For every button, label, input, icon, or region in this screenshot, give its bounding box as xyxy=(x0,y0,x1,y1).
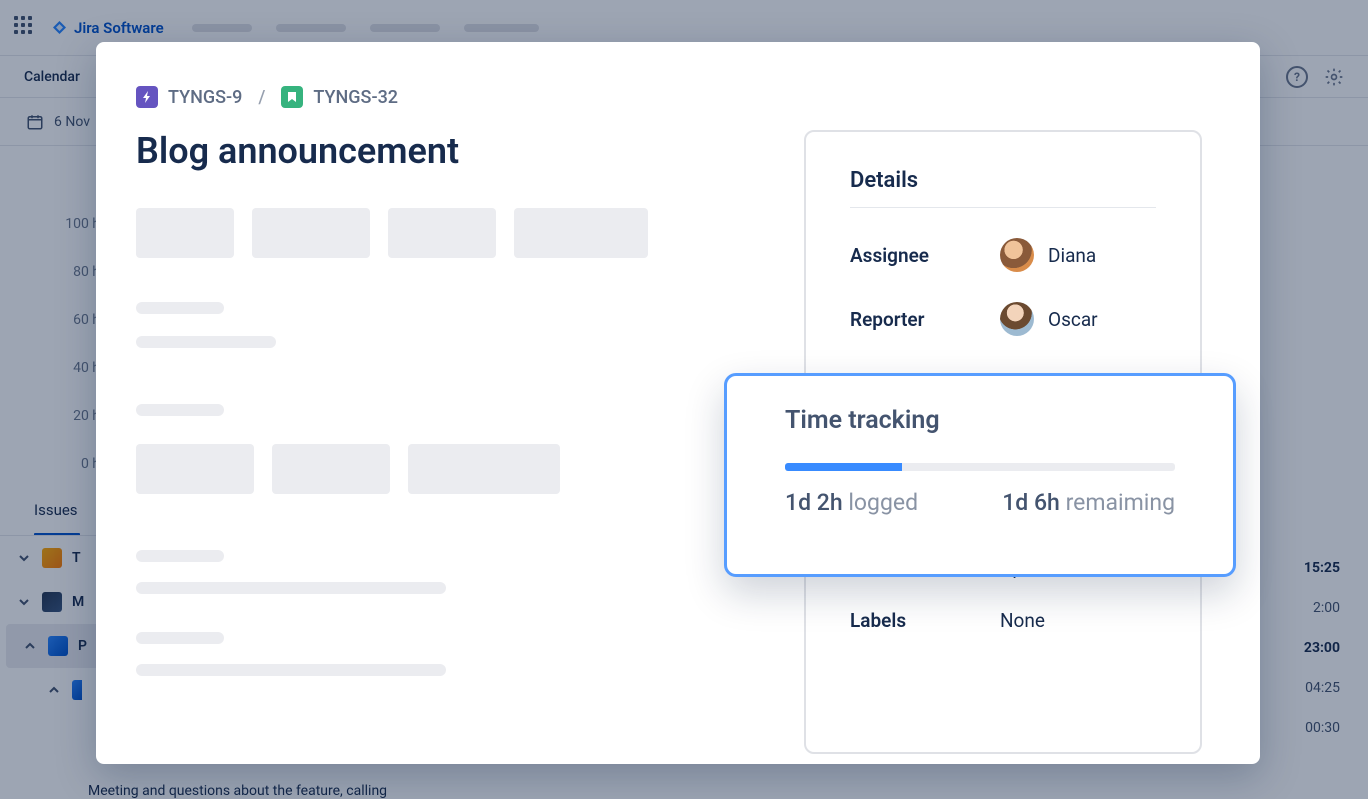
assignee-avatar xyxy=(1000,238,1034,272)
ghost-button[interactable] xyxy=(252,208,370,258)
reporter-row[interactable]: Reporter Oscar xyxy=(850,302,1156,336)
ghost-button[interactable] xyxy=(136,208,234,258)
breadcrumb: TYNGS-9 / TYNGS-32 xyxy=(136,86,1222,108)
time-tracking-legend: 1d 2h logged 1d 6h remaiming xyxy=(785,489,1175,516)
ghost-tile[interactable] xyxy=(408,444,560,494)
ghost-line xyxy=(136,632,224,644)
epic-icon xyxy=(136,86,158,108)
ghost-tile[interactable] xyxy=(272,444,390,494)
time-tracking-fill xyxy=(785,463,902,471)
time-tracking-title: Time tracking xyxy=(785,406,1175,435)
logged-word: logged xyxy=(848,489,918,516)
reporter-avatar xyxy=(1000,302,1034,336)
breadcrumb-separator: / xyxy=(258,87,265,108)
breadcrumb-parent-key: TYNGS-9 xyxy=(168,87,242,108)
story-icon xyxy=(281,86,303,108)
ghost-line xyxy=(136,582,446,594)
ghost-button[interactable] xyxy=(514,208,648,258)
breadcrumb-parent[interactable]: TYNGS-9 xyxy=(136,86,242,108)
assignee-label: Assignee xyxy=(850,244,1000,267)
assignee-value: Diana xyxy=(1048,244,1096,267)
assignee-row[interactable]: Assignee Diana xyxy=(850,238,1156,272)
logged-value: 1d 2h xyxy=(785,489,843,516)
labels-value: None xyxy=(1000,609,1045,632)
ghost-line xyxy=(136,302,224,314)
breadcrumb-child-key: TYNGS-32 xyxy=(313,87,398,108)
ghost-button[interactable] xyxy=(388,208,496,258)
remaining-word: remaiming xyxy=(1066,489,1175,516)
ghost-line xyxy=(136,336,276,348)
reporter-label: Reporter xyxy=(850,308,1000,331)
ghost-line xyxy=(136,664,446,676)
reporter-value: Oscar xyxy=(1048,308,1098,331)
ghost-line xyxy=(136,550,224,562)
time-tracking-card[interactable]: Time tracking 1d 2h logged 1d 6h remaimi… xyxy=(724,373,1236,577)
breadcrumb-child[interactable]: TYNGS-32 xyxy=(281,86,398,108)
ghost-line xyxy=(136,404,224,416)
remaining-value: 1d 6h xyxy=(1002,489,1060,516)
details-heading: Details xyxy=(850,168,1156,208)
issue-modal: TYNGS-9 / TYNGS-32 Blog announcement xyxy=(96,42,1260,764)
labels-row[interactable]: Labels None xyxy=(850,609,1156,632)
time-tracking-bar xyxy=(785,463,1175,471)
ghost-tile[interactable] xyxy=(136,444,254,494)
labels-label: Labels xyxy=(850,609,1000,632)
